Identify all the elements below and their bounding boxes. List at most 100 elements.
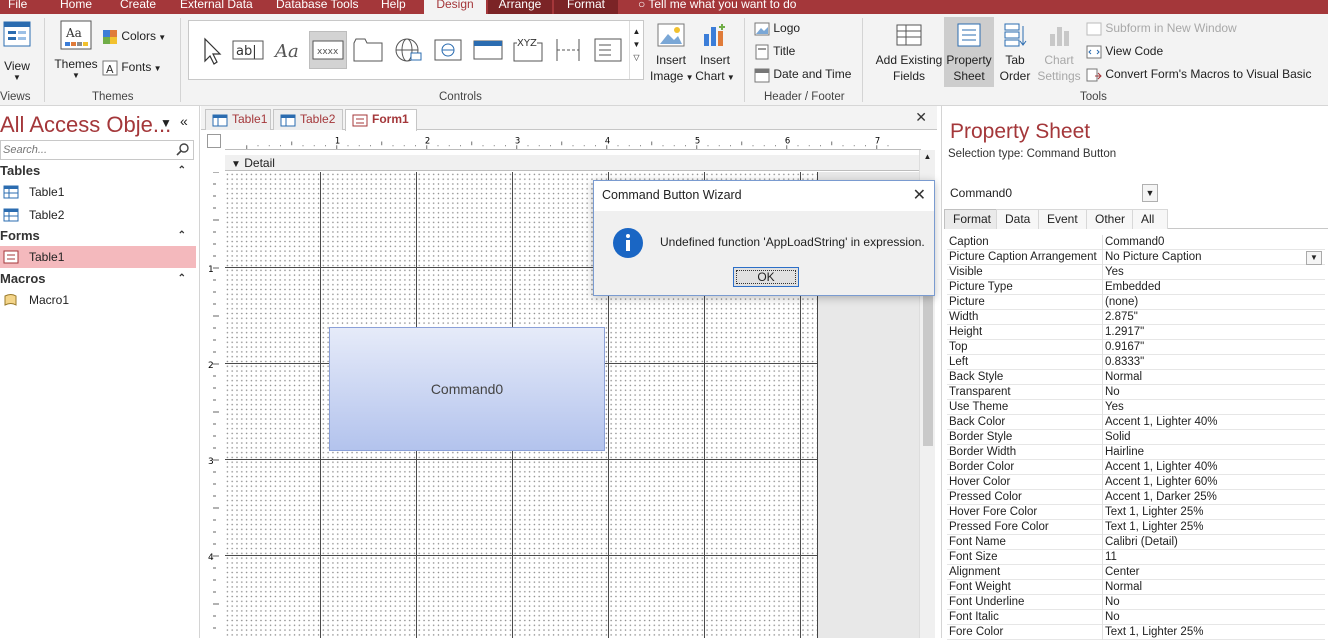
property-row[interactable]: Border Color Accent 1, Lighter 40% bbox=[947, 460, 1325, 475]
property-value[interactable]: 2.875" bbox=[1102, 310, 1324, 325]
tab-format-props[interactable]: Format bbox=[944, 209, 1001, 229]
ok-button[interactable]: OK bbox=[733, 267, 799, 287]
property-sheet-button[interactable]: Property Sheet bbox=[944, 17, 994, 87]
textbox-control-icon[interactable]: ab| bbox=[229, 31, 267, 69]
doc-tab-table2[interactable]: Table2 bbox=[273, 109, 343, 130]
property-row[interactable]: Pressed Color Accent 1, Darker 25% bbox=[947, 490, 1325, 505]
property-row[interactable]: Font Italic No bbox=[947, 610, 1325, 625]
property-row[interactable]: Picture Caption Arrangement No Picture Ca… bbox=[947, 250, 1325, 265]
property-row[interactable]: Width 2.875" bbox=[947, 310, 1325, 325]
tab-format[interactable]: Format bbox=[554, 0, 618, 14]
detail-section-bar[interactable]: ▼ Detail bbox=[225, 155, 919, 171]
tab-home[interactable]: Home bbox=[54, 0, 98, 14]
property-value[interactable]: Embedded bbox=[1102, 280, 1324, 295]
property-value[interactable]: Accent 1, Lighter 40% bbox=[1102, 415, 1324, 430]
page-break-control-icon[interactable] bbox=[549, 31, 587, 69]
property-row[interactable]: Font Underline No bbox=[947, 595, 1325, 610]
chevron-up-icon[interactable]: ▲ bbox=[630, 27, 643, 36]
nav-section-forms[interactable]: Forms ⌃ bbox=[0, 226, 196, 246]
insert-image-button[interactable]: Insert Image ▼ bbox=[650, 22, 694, 86]
title-button[interactable]: Title bbox=[754, 41, 795, 61]
property-value[interactable]: Center bbox=[1102, 565, 1324, 580]
property-row[interactable]: Alignment Center bbox=[947, 565, 1325, 580]
property-row[interactable]: Pressed Fore Color Text 1, Lighter 25% bbox=[947, 520, 1325, 535]
property-value[interactable]: Calibri (Detail) bbox=[1102, 535, 1324, 550]
nav-section-tables[interactable]: Tables ⌃ bbox=[0, 161, 196, 181]
colors-button[interactable]: Colors ▼ bbox=[102, 26, 166, 46]
command0-button[interactable]: Command0 bbox=[329, 327, 605, 451]
property-row[interactable]: Hover Fore Color Text 1, Lighter 25% bbox=[947, 505, 1325, 520]
date-time-button[interactable]: Date and Time bbox=[754, 64, 851, 84]
button-control-icon[interactable]: xxxx bbox=[309, 31, 347, 69]
tab-event-props[interactable]: Event bbox=[1038, 209, 1087, 229]
select-pointer-icon[interactable] bbox=[193, 31, 231, 69]
property-row[interactable]: Caption Command0 bbox=[947, 235, 1325, 250]
tell-me-box[interactable]: ○ Tell me what you want to do bbox=[632, 0, 802, 14]
hyperlink-control-icon[interactable] bbox=[389, 31, 427, 69]
tab-create[interactable]: Create bbox=[114, 0, 162, 14]
property-value[interactable]: No bbox=[1102, 385, 1324, 400]
nav-item-table2[interactable]: Table2 bbox=[0, 204, 196, 226]
tab-data-props[interactable]: Data bbox=[996, 209, 1040, 229]
gallery-more-icon[interactable]: ▽ bbox=[630, 53, 643, 62]
property-value[interactable]: Normal bbox=[1102, 370, 1324, 385]
web-browser-control-icon[interactable] bbox=[429, 31, 467, 69]
property-value[interactable]: 0.9167" bbox=[1102, 340, 1324, 355]
chevron-up-icon[interactable]: ⌃ bbox=[178, 226, 186, 246]
label-control-icon[interactable]: Aa bbox=[269, 31, 307, 69]
property-value[interactable]: (none) bbox=[1102, 295, 1324, 310]
chevron-down-icon[interactable]: ▼ bbox=[1142, 184, 1158, 202]
tab-design[interactable]: Design bbox=[424, 0, 486, 14]
nav-item-table1[interactable]: Table1 bbox=[0, 181, 196, 203]
property-row[interactable]: Top 0.9167" bbox=[947, 340, 1325, 355]
view-button[interactable]: View ▼ bbox=[0, 20, 34, 82]
property-value[interactable]: Accent 1, Lighter 60% bbox=[1102, 475, 1324, 490]
chevron-down-icon[interactable]: ▼ bbox=[1306, 251, 1322, 265]
collapse-pane-icon[interactable]: « bbox=[180, 113, 188, 129]
property-value[interactable]: Text 1, Lighter 25% bbox=[1102, 520, 1324, 535]
chevron-up-icon[interactable]: ⌃ bbox=[178, 161, 186, 181]
property-value[interactable]: Hairline bbox=[1102, 445, 1324, 460]
tab-external-data[interactable]: External Data bbox=[174, 0, 259, 14]
search-icon[interactable] bbox=[176, 143, 190, 157]
property-row[interactable]: Picture (none) bbox=[947, 295, 1325, 310]
insert-chart-button[interactable]: Insert Chart ▼ bbox=[694, 22, 736, 86]
tab-all-props[interactable]: All bbox=[1132, 209, 1168, 229]
object-selector[interactable]: Command0 bbox=[946, 183, 1158, 203]
property-row[interactable]: Left 0.8333" bbox=[947, 355, 1325, 370]
nav-item-form-table1[interactable]: Table1 bbox=[0, 246, 196, 268]
property-value[interactable]: No bbox=[1102, 610, 1324, 625]
nav-pane-title[interactable]: All Access Obje... bbox=[0, 112, 171, 138]
navigation-control-icon[interactable] bbox=[469, 31, 507, 69]
close-icon[interactable]: ✕ bbox=[913, 185, 926, 205]
property-value[interactable]: 0.8333" bbox=[1102, 355, 1324, 370]
tab-database-tools[interactable]: Database Tools bbox=[270, 0, 365, 14]
property-value[interactable]: 1.2917" bbox=[1102, 325, 1324, 340]
property-value[interactable]: Yes bbox=[1102, 265, 1324, 280]
convert-macros-button[interactable]: Convert Form's Macros to Visual Basic bbox=[1086, 64, 1311, 84]
tab-order-button[interactable]: Tab Order bbox=[996, 22, 1034, 84]
chevron-down-icon[interactable]: ▼ bbox=[630, 40, 643, 49]
gallery-scroll[interactable]: ▲ ▼ ▽ bbox=[629, 21, 643, 79]
property-value[interactable]: Accent 1, Lighter 40% bbox=[1102, 460, 1324, 475]
doc-tab-form1[interactable]: Form1 bbox=[345, 109, 417, 131]
property-row[interactable]: Picture Type Embedded bbox=[947, 280, 1325, 295]
property-row[interactable]: Back Color Accent 1, Lighter 40% bbox=[947, 415, 1325, 430]
property-value[interactable]: 11 bbox=[1102, 550, 1324, 565]
property-value[interactable]: Text 1, Lighter 25% bbox=[1102, 505, 1324, 520]
subform-new-window-button[interactable]: Subform in New Window bbox=[1086, 18, 1237, 38]
chevron-up-icon[interactable]: ▲ bbox=[920, 152, 935, 161]
close-icon[interactable]: ✕ bbox=[915, 109, 927, 126]
tab-control-icon[interactable] bbox=[349, 31, 387, 69]
property-row[interactable]: Border Width Hairline bbox=[947, 445, 1325, 460]
property-row[interactable]: Font Name Calibri (Detail) bbox=[947, 535, 1325, 550]
add-existing-fields-button[interactable]: Add Existing Fields bbox=[874, 22, 944, 84]
tab-other-props[interactable]: Other bbox=[1086, 209, 1135, 229]
view-code-button[interactable]: View Code bbox=[1086, 41, 1163, 61]
combo-box-control-icon[interactable] bbox=[589, 31, 627, 69]
property-row[interactable]: Use Theme Yes bbox=[947, 400, 1325, 415]
option-group-control-icon[interactable]: XYZ bbox=[509, 31, 547, 69]
tab-arrange[interactable]: Arrange bbox=[488, 0, 552, 14]
property-row[interactable]: Font Size 11 bbox=[947, 550, 1325, 565]
nav-item-macro1[interactable]: Macro1 bbox=[0, 289, 196, 311]
